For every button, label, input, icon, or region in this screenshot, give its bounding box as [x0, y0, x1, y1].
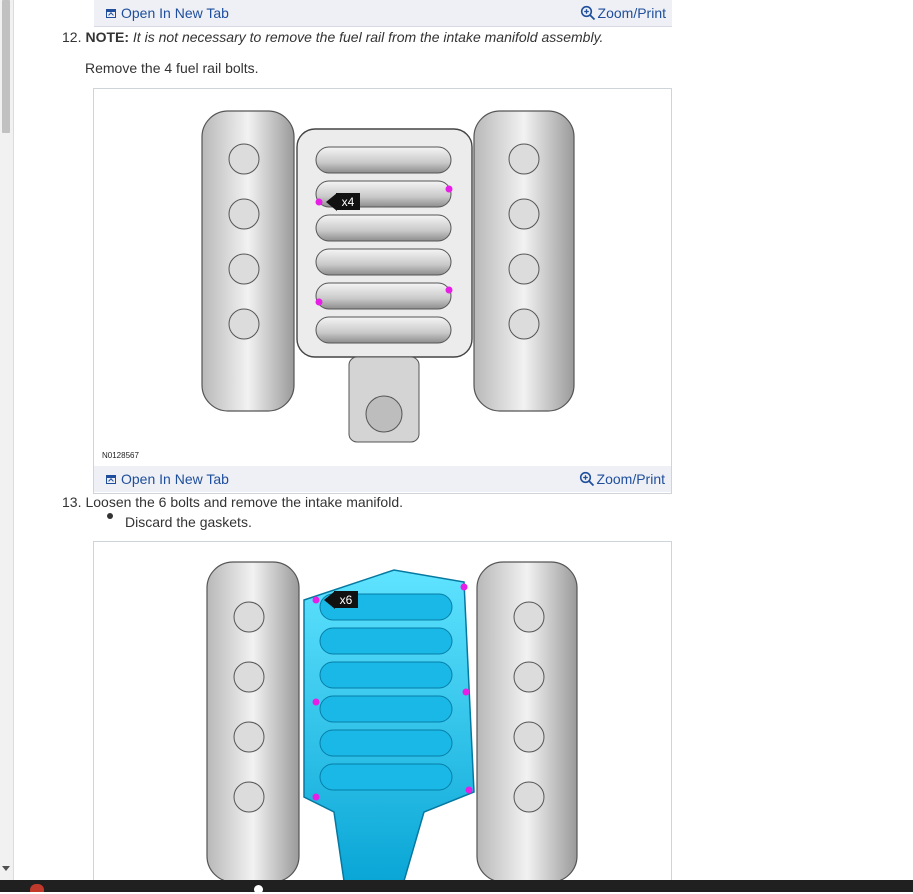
new-tab-icon	[106, 474, 116, 484]
step-12-instruction: Remove the 4 fuel rail bolts.	[85, 60, 259, 76]
app-icon[interactable]	[30, 884, 44, 892]
open-in-new-tab-link[interactable]: Open In New Tab	[106, 5, 229, 21]
open-in-new-tab-label: Open In New Tab	[121, 471, 229, 487]
zoom-print-label: Zoom/Print	[596, 471, 665, 487]
intake-manifold-illustration[interactable]: x6	[94, 542, 671, 881]
figure-toolbar-top: Open In New Tab Zoom/Print	[94, 0, 672, 27]
step-13: 13. Loosen the 6 bolts and remove the int…	[62, 494, 403, 510]
vertical-scrollbar[interactable]	[0, 0, 14, 880]
open-in-new-tab-label: Open In New Tab	[121, 5, 229, 21]
scroll-down-arrow-icon[interactable]	[2, 866, 10, 871]
scrollbar-thumb[interactable]	[2, 0, 10, 133]
step-13-bullet: Discard the gaskets.	[125, 514, 252, 530]
fuel-rail-bolts-illustration[interactable]: x4	[94, 89, 671, 467]
figure-intake-manifold: x6	[93, 541, 672, 881]
figure-fuel-rail: x4 N0128567 Open In New Tab Zoom/Print	[93, 88, 672, 494]
zoom-print-label: Zoom/Print	[597, 5, 666, 21]
zoom-print-link[interactable]: Zoom/Print	[579, 471, 665, 487]
note-label: NOTE:	[85, 29, 130, 45]
zoom-print-link[interactable]: Zoom/Print	[580, 5, 666, 21]
open-in-new-tab-link[interactable]: Open In New Tab	[106, 471, 229, 487]
figure-toolbar: Open In New Tab Zoom/Print	[94, 466, 671, 492]
step-number: 13.	[62, 494, 82, 510]
cursor-icon	[254, 885, 263, 894]
step-13-instruction: Loosen the 6 bolts and remove the intake…	[85, 494, 404, 510]
step-number: 12.	[62, 29, 82, 45]
taskbar	[0, 880, 913, 892]
bullet-icon	[107, 513, 113, 519]
callout-x4: x4	[342, 195, 355, 209]
figure-id-label: N0128567	[102, 451, 139, 460]
callout-x6: x6	[340, 593, 353, 607]
note-text: It is not necessary to remove the fuel r…	[132, 29, 604, 45]
step-12-note: 12. NOTE: It is not necessary to remove t…	[62, 29, 603, 45]
new-tab-icon	[106, 8, 116, 18]
zoom-in-icon	[580, 5, 595, 21]
zoom-in-icon	[579, 471, 594, 487]
